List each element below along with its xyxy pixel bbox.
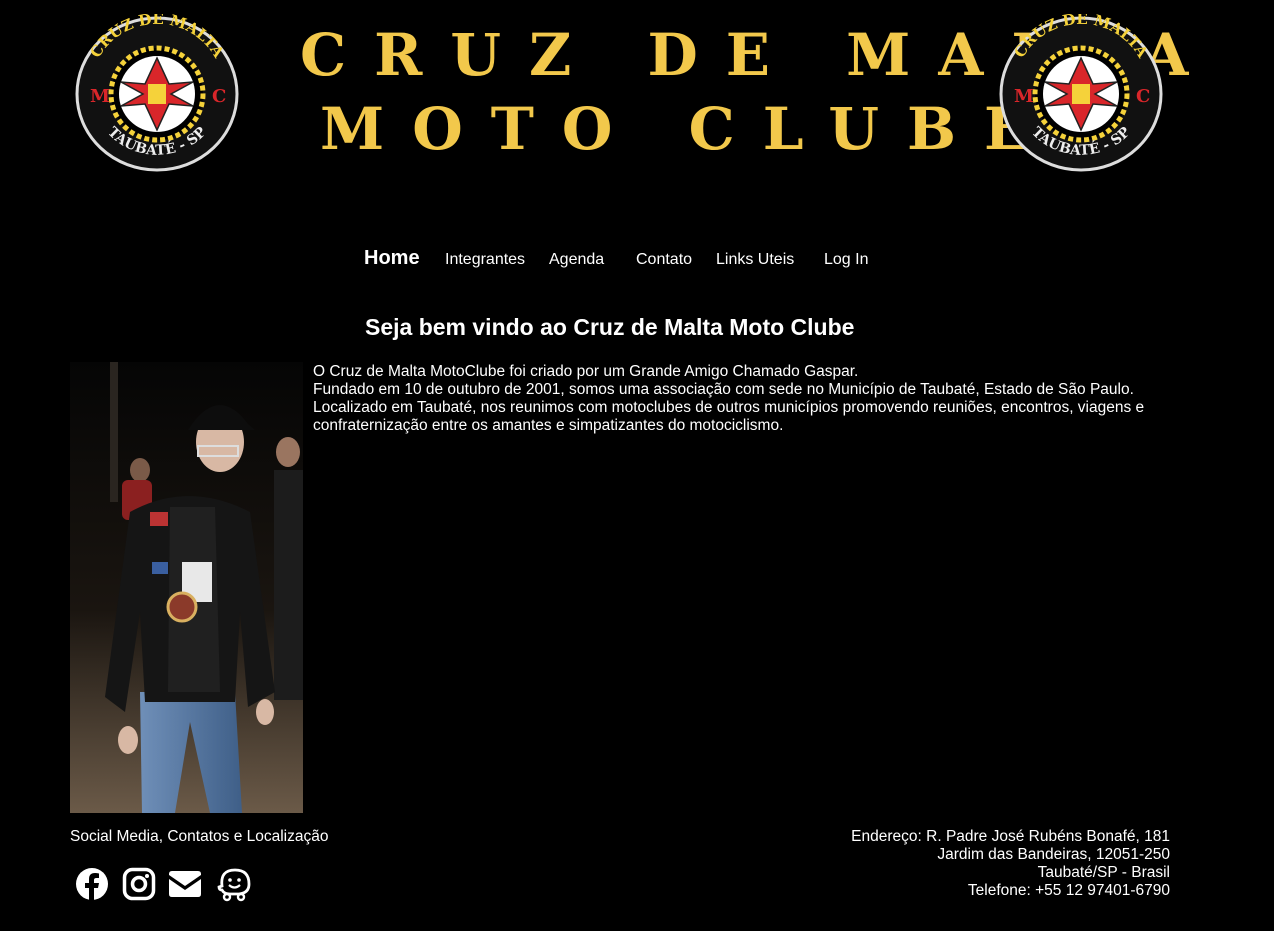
founder-photo <box>70 362 303 813</box>
contact-phone: Telefone: +55 12 97401-6790 <box>967 882 1170 899</box>
nav-integrantes[interactable]: Integrantes <box>445 246 525 274</box>
waze-icon[interactable] <box>216 866 252 902</box>
logo-letter-c: C <box>1136 86 1150 107</box>
address-city: Taubaté/SP - Brasil <box>1037 864 1170 881</box>
logo-letter-c: C <box>212 86 226 107</box>
intro-text: O Cruz de Malta MotoClube foi criado por… <box>313 363 1173 435</box>
club-logo-left: M C CRUZ DE MALTA TAUBATÉ - SP <box>72 10 242 174</box>
contact-address: Endereço: R. Padre José Rubéns Bonafé, 1… <box>851 828 1170 900</box>
logo-letter-m: M <box>1014 86 1034 107</box>
address-district: Jardim das Bandeiras, 12051-250 <box>937 846 1170 863</box>
club-banner: CRUZ DE MALTA MOTO CLUBE <box>300 18 1217 166</box>
page-title: Seja bem vindo ao Cruz de Malta Moto Clu… <box>365 314 855 340</box>
email-icon[interactable] <box>167 866 203 902</box>
instagram-icon[interactable] <box>121 866 157 902</box>
intro-paragraph: O Cruz de Malta MotoClube foi criado por… <box>313 363 859 380</box>
club-logo-right: M C CRUZ DE MALTA TAUBATÉ - SP <box>996 10 1166 174</box>
address-street: Endereço: R. Padre José Rubéns Bonafé, 1… <box>851 828 1170 845</box>
nav-contato[interactable]: Contato <box>636 246 692 274</box>
logo-letter-m: M <box>90 86 110 107</box>
nav-agenda[interactable]: Agenda <box>549 246 604 274</box>
nav-links-uteis[interactable]: Links Uteis <box>716 246 794 274</box>
nav-log-in[interactable]: Log In <box>824 246 868 274</box>
intro-paragraph: Fundado em 10 de outubro de 2001, somos … <box>313 381 1134 398</box>
banner-line-1: CRUZ DE MALTA <box>300 21 1217 89</box>
facebook-icon[interactable] <box>74 866 110 902</box>
banner-line-2: MOTO CLUBE <box>320 95 1057 163</box>
intro-paragraph: Localizado em Taubaté, nos reunimos com … <box>313 399 1145 434</box>
nav-home[interactable]: Home <box>364 244 420 272</box>
social-section-title: Social Media, Contatos e Localização <box>70 828 329 845</box>
